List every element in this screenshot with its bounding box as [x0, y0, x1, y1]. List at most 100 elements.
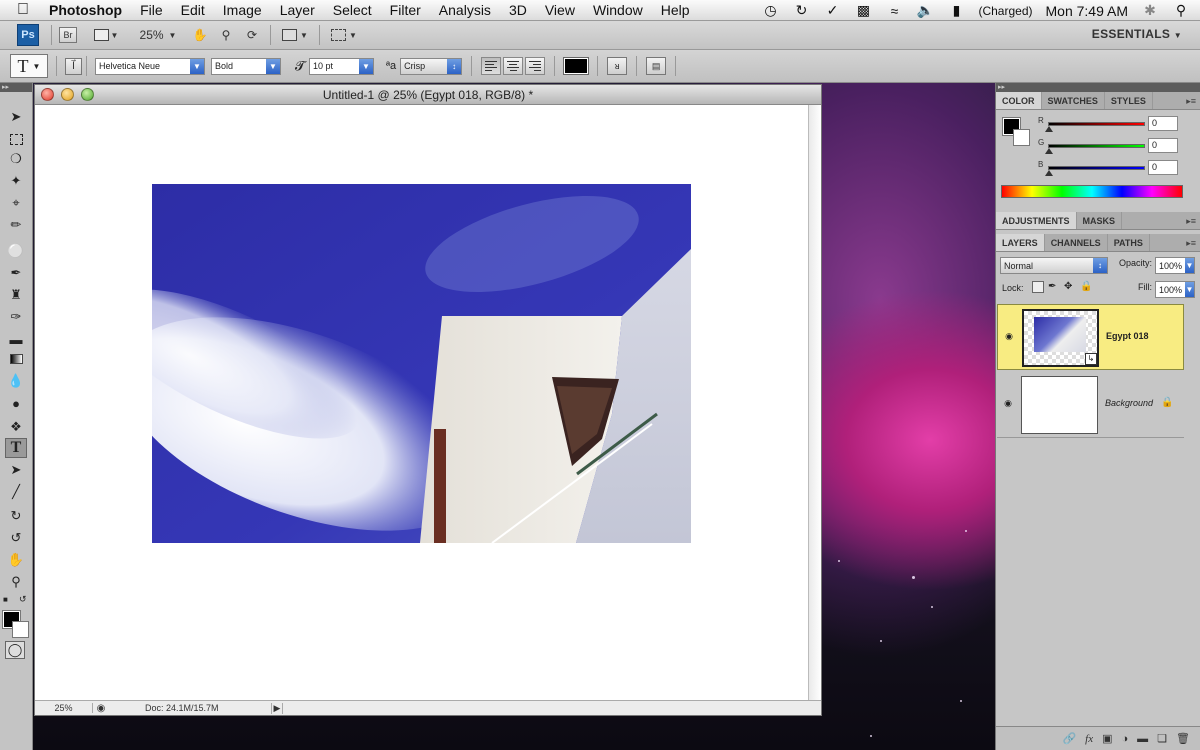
fill-field[interactable]: 100% ▼ [1155, 281, 1195, 298]
marquee-tool-icon[interactable] [5, 129, 27, 149]
3d-rotate-tool-icon[interactable]: ↻ [5, 506, 27, 526]
volume-icon[interactable]: 🔈 [916, 2, 934, 19]
link-layers-icon[interactable]: 🔗 [1062, 732, 1076, 745]
status-info-icon[interactable]: ◉ [93, 703, 109, 714]
bluetooth-icon[interactable]: ✱ [1141, 2, 1159, 19]
move-tool-icon[interactable]: ➤ [5, 107, 27, 127]
tab-channels[interactable]: CHANNELS [1045, 234, 1108, 251]
menu-view[interactable]: View [545, 2, 575, 18]
layer-style-icon[interactable]: fx [1085, 733, 1093, 745]
menu-analysis[interactable]: Analysis [439, 2, 491, 18]
layer-row[interactable]: ◉ Background 🔒 [997, 372, 1184, 438]
font-family-field[interactable]: Helvetica Neue ▼ [95, 57, 205, 75]
blur-tool-icon[interactable]: 💧 [5, 371, 27, 391]
arrange-documents-button[interactable]: ▼ [278, 25, 312, 45]
new-group-icon[interactable]: ▬ [1137, 733, 1148, 745]
vertical-scrollbar[interactable] [808, 105, 821, 701]
default-colors-icon[interactable]: ■ [3, 595, 8, 604]
lock-transparent-icon[interactable] [1032, 281, 1044, 293]
chevron-down-icon[interactable]: ▼ [1185, 282, 1194, 297]
panel-menu-icon[interactable]: ▸≡ [1186, 238, 1196, 249]
lock-position-icon[interactable]: ✥ [1064, 281, 1072, 292]
tab-layers[interactable]: LAYERS [996, 234, 1045, 251]
canvas-photo[interactable] [152, 184, 691, 543]
stepper-icon[interactable]: ↕ [1093, 258, 1107, 273]
font-size-field[interactable]: 10 pt ▼ [308, 57, 374, 75]
menu-file[interactable]: File [140, 2, 163, 18]
crop-tool-icon[interactable]: ⌖ [5, 193, 27, 213]
character-paragraph-panels-button[interactable]: ▤ [646, 57, 667, 75]
red-thumb-icon[interactable] [1045, 126, 1053, 132]
layer-row[interactable]: ◉ ↳ Egypt 018 [997, 304, 1184, 370]
chevron-down-icon[interactable]: ▼ [266, 58, 280, 74]
menu-image[interactable]: Image [223, 2, 262, 18]
zoom-button[interactable] [81, 88, 94, 101]
type-tool-icon[interactable]: T [5, 438, 27, 458]
menu-select[interactable]: Select [333, 2, 372, 18]
blue-slider[interactable]: B 0 [1038, 160, 1188, 180]
healing-brush-tool-icon[interactable]: ⚪ [5, 241, 27, 261]
visibility-eye-icon[interactable]: ◉ [1002, 398, 1014, 408]
hand-tool-icon[interactable]: ✋ [5, 550, 27, 570]
menu-layer[interactable]: Layer [280, 2, 315, 18]
view-extras-button[interactable]: ▼ [91, 25, 121, 45]
stepper-icon[interactable]: ↕ [447, 58, 462, 74]
bridge-button[interactable]: Br [59, 27, 77, 43]
adjustment-layer-icon[interactable]: ◑ [1122, 733, 1129, 745]
tab-styles[interactable]: STYLES [1105, 92, 1153, 109]
chevron-down-icon[interactable]: ▼ [358, 58, 373, 74]
antialias-field[interactable]: Crisp ↕ [400, 57, 463, 75]
align-right-button[interactable] [525, 57, 546, 75]
panel-menu-icon[interactable]: ▸≡ [1186, 96, 1196, 107]
3d-orbit-tool-icon[interactable]: ↺ [5, 528, 27, 548]
red-slider[interactable]: R 0 [1038, 116, 1188, 136]
battery-icon[interactable]: ▮ [947, 2, 965, 19]
layer-name[interactable]: Background [1105, 398, 1153, 408]
blue-track[interactable] [1048, 166, 1145, 170]
add-mask-icon[interactable]: ▣ [1102, 732, 1112, 745]
panel-grip[interactable]: ▸▸ [0, 83, 32, 92]
screen-mode-button[interactable]: ▼ [327, 25, 361, 45]
display-icon[interactable]: ▩ [854, 2, 872, 19]
eyedropper-tool-icon[interactable]: ✏ [5, 215, 27, 235]
hand-tool-button[interactable]: ✋ [189, 25, 211, 45]
green-value[interactable]: 0 [1148, 138, 1178, 153]
zoom-level-dropdown[interactable]: 25% ▼ [137, 25, 179, 45]
menu-edit[interactable]: Edit [181, 2, 205, 18]
history-brush-tool-icon[interactable]: ✑ [5, 307, 27, 327]
color-spectrum[interactable] [1001, 185, 1183, 198]
status-zoom[interactable]: 25% [35, 703, 93, 713]
lock-all-icon[interactable]: 🔒 [1080, 281, 1092, 292]
tab-swatches[interactable]: SWATCHES [1042, 92, 1105, 109]
swap-colors-icon[interactable]: ↺ [19, 594, 27, 605]
magic-wand-tool-icon[interactable]: ✦ [5, 171, 27, 191]
panel-grip[interactable]: ▸▸ [996, 83, 1200, 92]
tab-adjustments[interactable]: ADJUSTMENTS [996, 212, 1077, 229]
path-selection-tool-icon[interactable]: ➤ [5, 460, 27, 480]
pen-tool-icon[interactable]: ❖ [5, 417, 27, 437]
text-orientation-button[interactable]: I⃗ [65, 57, 82, 75]
battery-status[interactable]: (Charged) [978, 4, 1032, 18]
background-color-swatch[interactable] [12, 621, 29, 638]
tool-preset-picker[interactable]: T ▼ [10, 54, 48, 78]
menu-help[interactable]: Help [661, 2, 690, 18]
chevron-down-icon[interactable]: ▼ [1185, 258, 1194, 273]
align-center-button[interactable] [503, 57, 524, 75]
panel-menu-icon[interactable]: ▸≡ [1186, 216, 1196, 227]
checkmark-icon[interactable]: ✓ [823, 2, 841, 19]
line-tool-icon[interactable]: ╱ [5, 482, 27, 502]
dodge-tool-icon[interactable]: ● [5, 393, 27, 413]
zoom-tool-button[interactable]: ⚲ [215, 25, 237, 45]
opacity-field[interactable]: 100% ▼ [1155, 257, 1195, 274]
blue-value[interactable]: 0 [1148, 160, 1178, 175]
warp-text-button[interactable]: ᴚ [607, 57, 628, 75]
align-left-button[interactable] [481, 57, 502, 75]
menu-3d[interactable]: 3D [509, 2, 527, 18]
red-value[interactable]: 0 [1148, 116, 1178, 131]
chevron-down-icon[interactable]: ▼ [190, 58, 204, 74]
clone-stamp-tool-icon[interactable]: ♜ [5, 285, 27, 305]
blend-mode-dropdown[interactable]: Normal ↕ [1000, 257, 1108, 274]
minimize-button[interactable] [61, 88, 74, 101]
status-menu-arrow-icon[interactable]: ▶ [271, 702, 283, 714]
wifi-icon[interactable]: ≈ [885, 3, 903, 19]
